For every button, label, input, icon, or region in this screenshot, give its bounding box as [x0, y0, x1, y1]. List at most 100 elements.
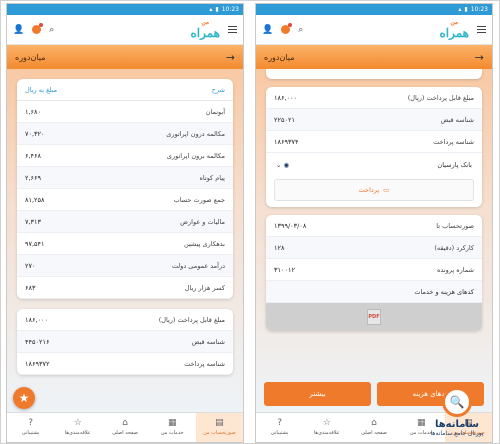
row-label: جمع صورت حساب [173, 195, 225, 204]
table-row: ۸۱,۲۵۸ جمع صورت حساب [17, 189, 233, 211]
nav-item[interactable]: ▦ خدمات من [149, 413, 196, 442]
table-row: ۹۷,۵۴۱ بدهکاری پیشین [17, 233, 233, 255]
site-watermark: 🔍 سامانه‌ها پورتال جامع سامانه‌ها [421, 377, 493, 437]
menu-icon[interactable] [228, 26, 237, 33]
nav-item[interactable]: ☆ علاقه‌مندی‌ها [303, 413, 350, 442]
pdf-download-bar[interactable]: PDF [266, 303, 482, 331]
wifi-icon: ▴ [209, 6, 213, 13]
table-row: ۱۲۸ کارکرد (دقیقه) [266, 237, 482, 259]
row-value: ۱۲۸ [274, 243, 285, 252]
wifi-icon: ▴ [458, 6, 462, 13]
status-bar: ▴ ▮ 10:23 [256, 4, 492, 15]
table-row: ۱۸۶,۰۰۰ مبلغ قابل پرداخت (ریال) [17, 309, 233, 331]
search-icon[interactable]: ⌕ [298, 25, 303, 35]
row-value: ۴۴۵۰۲۱۶ [25, 337, 50, 346]
nav-icon: ☆ [322, 418, 331, 428]
row-value: ۱۸۶,۰۰۰ [274, 93, 298, 102]
services-row: کدهای هزینه و خدمات [266, 281, 482, 303]
nav-item[interactable]: ? پشتیبانی [7, 413, 54, 442]
nav-label: پشتیبانی [270, 430, 289, 436]
page-titlebar: میان‌دوره → [7, 45, 243, 69]
row-label: مبلغ قابل پرداخت (ریال) [407, 93, 474, 102]
notification-icon[interactable] [281, 23, 293, 34]
profile-icon[interactable]: 👤 [13, 25, 24, 35]
nav-icon: ? [277, 418, 282, 428]
row-value: ۲۲۵۰۲۱ [274, 115, 295, 124]
table-row: ۷۰,۳۲۰ مکالمه درون اپراتوری [17, 123, 233, 145]
nav-item[interactable]: ⌂ صفحه اصلی [350, 413, 397, 442]
row-value: ۷۰,۳۲۰ [25, 129, 45, 138]
row-label: شناسه قبض [440, 115, 474, 124]
row-value: ۱,۶۸۰ [25, 107, 42, 116]
table-row: ۱۳۹۹/۰۳/۰۸ صورتحساب تا [266, 215, 482, 237]
nav-label: صفحه اصلی [361, 430, 387, 436]
table-row: ۲۷۰ درآمد عمومی دولت [17, 255, 233, 277]
back-arrow-icon[interactable]: → [226, 51, 235, 64]
pay-button[interactable]: پرداخت ▭ [274, 179, 474, 201]
magnifier-logo-icon: 🔍 [442, 387, 472, 417]
row-value: ۸۱,۲۵۸ [25, 195, 45, 204]
nav-icon: ⌂ [371, 418, 377, 428]
nav-icon: ⌂ [122, 418, 128, 428]
phone-left: ▴ ▮ 10:23 👤 ⌕ من همراه میان‌دوره → [6, 3, 244, 443]
profile-icon[interactable]: 👤 [262, 25, 273, 35]
nav-label: علاقه‌مندی‌ها [64, 430, 91, 436]
nav-icon: ▤ [215, 418, 224, 428]
nav-item[interactable]: ? پشتیبانی [256, 413, 303, 442]
table-row: ۱۸۶,۰۰۰ مبلغ قابل پرداخت (ریال) [266, 87, 482, 109]
row-label: پیام کوتاه [199, 173, 226, 182]
battery-icon: ▮ [215, 6, 219, 13]
app-logo: من همراه [439, 18, 469, 40]
nav-icon: ▦ [167, 418, 177, 428]
table-row: ۲۲۵۰۲۱ شناسه قبض [266, 109, 482, 131]
table-row: ۲,۶۶۹ پیام کوتاه [17, 167, 233, 189]
nav-item[interactable]: ⌂ صفحه اصلی [101, 413, 148, 442]
table-row: ۱,۶۸۰ آبونمان [17, 101, 233, 123]
table-row: ۱۸۶۹۳۷۲ شناسه پرداخت [17, 353, 233, 375]
more-button[interactable]: بیشتر [264, 382, 371, 406]
row-label: بدهکاری پیشین [184, 239, 225, 248]
search-icon[interactable]: ⌕ [49, 25, 54, 35]
row-label: درآمد عمومی دولت [171, 261, 225, 270]
nav-item[interactable]: ☆ علاقه‌مندی‌ها [54, 413, 101, 442]
row-value: ۱۸۶,۰۰۰ [25, 315, 49, 324]
table-row: ۶,۴۶۸ مکالمه برون اپراتوری [17, 145, 233, 167]
table-row: ۶۸۳ کسر هزار ریال [17, 277, 233, 299]
row-label: شناسه قبض [191, 337, 225, 346]
page-titlebar: میان‌دوره → [256, 45, 492, 69]
row-label: صورتحساب تا [436, 221, 474, 230]
nav-item[interactable]: ▤ صورتحساب من [195, 413, 243, 442]
bill-info-card: ۱۳۹۹/۰۳/۰۸ صورتحساب تا ۱۲۸ کارکرد (دقیقه) ۳۱… [266, 215, 482, 331]
bottom-nav: ? پشتیبانی ☆ علاقه‌مندی‌ها ⌂ صفحه اصلی ▦ خدمات … [7, 412, 243, 442]
nav-icon: ? [28, 418, 33, 428]
chevron-down-icon: ⌄ ◉ [276, 161, 290, 169]
row-value: ۶۸۳ [25, 283, 36, 292]
nav-label: پشتیبانی [21, 430, 40, 436]
app-logo: من همراه [190, 18, 220, 40]
back-arrow-icon[interactable]: → [475, 51, 484, 64]
bill-content: مبلغ به ریال شرح ۱,۶۸۰ آبونمان ۷۰,۳۲۰ مکالم… [7, 69, 243, 412]
table-row: ۱۸۶۹۳۷۴ شناسه پرداخت [266, 131, 482, 153]
bank-selector[interactable]: ⌄ ◉ بانک پارسیان [266, 153, 482, 177]
nav-label: علاقه‌مندی‌ها [313, 430, 340, 436]
table-row: ۳۱۰۰۱۲ شماره پرونده [266, 259, 482, 281]
app-bar: 👤 ⌕ من همراه [7, 15, 243, 45]
nav-label: صفحه اصلی [112, 430, 138, 436]
row-value: ۱۳۹۹/۰۳/۰۸ [274, 221, 307, 230]
table-row: ۴۴۵۰۲۱۶ شناسه قبض [17, 331, 233, 353]
favorite-star-button[interactable]: ★ [13, 387, 35, 409]
battery-icon: ▮ [464, 6, 468, 13]
bank-label: بانک پارسیان [437, 161, 472, 169]
nav-icon: ☆ [73, 418, 82, 428]
row-value: ۷,۳۱۳ [25, 217, 42, 226]
row-value: ۹۷,۵۴۱ [25, 239, 45, 248]
row-value: ۱۸۶۹۳۷۲ [25, 359, 50, 368]
scrolled-card-edge [266, 69, 482, 79]
row-value: ۲,۶۶۹ [25, 173, 42, 182]
row-label: کسر هزار ریال [184, 283, 225, 292]
menu-icon[interactable] [477, 26, 486, 33]
row-label: مالیات و عوارض [180, 217, 225, 226]
notification-icon[interactable] [32, 23, 44, 34]
row-value: ۳۱۰۰۱۲ [274, 265, 295, 274]
clock: 10:23 [221, 6, 239, 13]
